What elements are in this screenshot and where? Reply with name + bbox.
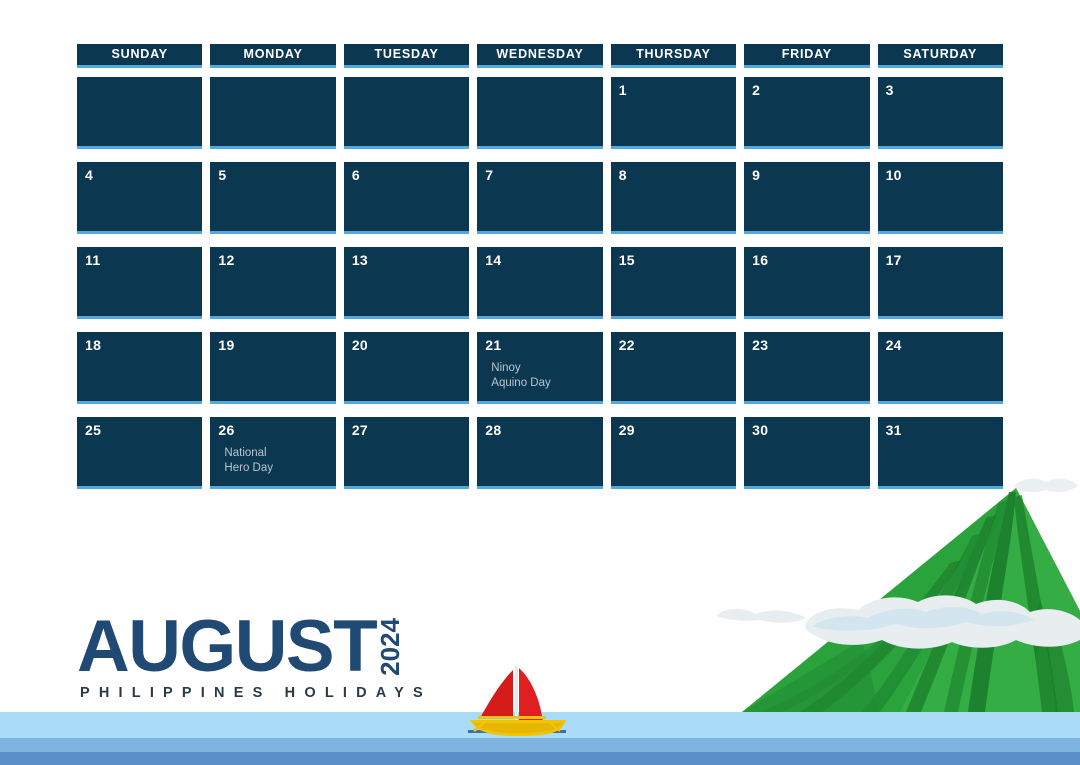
day-cell[interactable]: 25 [77, 417, 203, 489]
day-cell[interactable] [343, 77, 470, 149]
day-number: 5 [218, 167, 227, 183]
day-cell[interactable]: 30 [744, 417, 870, 489]
day-number: 26 [218, 422, 235, 438]
day-cell[interactable]: 24 [877, 332, 1003, 404]
sailboat-icon [468, 666, 566, 736]
day-cell[interactable]: 8 [610, 162, 737, 234]
holiday-label: Ninoy Aquino Day [491, 362, 551, 390]
day-number: 14 [485, 252, 502, 268]
weekday-header-thursday: THURSDAY [610, 44, 737, 68]
day-cell[interactable]: 27 [343, 417, 470, 489]
title-row: AUGUST 2024 [77, 606, 432, 687]
weekday-label: MONDAY [243, 47, 303, 62]
weekday-label: TUESDAY [374, 47, 439, 62]
day-cell[interactable]: 10 [877, 162, 1003, 234]
weekday-header-tuesday: TUESDAY [343, 44, 470, 68]
subtitle: PHILIPPINES HOLIDAYS [80, 684, 432, 701]
day-number: 11 [85, 252, 101, 268]
day-cell[interactable]: 12 [210, 247, 336, 319]
weekday-label: THURSDAY [636, 47, 711, 62]
day-cell[interactable]: 14 [477, 247, 603, 319]
day-number: 27 [351, 422, 369, 438]
weekday-header-row: SUNDAY MONDAY TUESDAY WEDNESDAY THURSDAY… [77, 44, 1003, 68]
day-cell[interactable]: 17 [877, 247, 1003, 319]
cloud-band-icon [716, 478, 1080, 649]
day-number: 15 [618, 252, 635, 268]
day-number: 16 [752, 252, 769, 268]
day-number: 12 [218, 252, 235, 268]
day-number: 18 [85, 337, 102, 353]
day-cell[interactable]: 28 [477, 417, 603, 489]
day-cell[interactable]: 20 [343, 332, 470, 404]
day-number: 20 [351, 337, 369, 353]
title-block: AUGUST 2024 PHILIPPINES HOLIDAYS [77, 606, 432, 701]
day-cell[interactable]: 18 [77, 332, 203, 404]
week-row: 4 5 6 7 8 9 10 [77, 162, 1003, 234]
volcano-icon [742, 488, 1080, 712]
week-row: 1 2 3 [77, 77, 1003, 149]
weekday-header-monday: MONDAY [210, 44, 336, 68]
day-number: 10 [885, 167, 902, 183]
day-number: 8 [618, 167, 627, 183]
day-number: 28 [485, 422, 502, 438]
day-number: 4 [85, 167, 94, 183]
day-cell[interactable]: 11 [77, 247, 203, 319]
weekday-header-friday: FRIDAY [744, 44, 870, 68]
weekday-label: FRIDAY [781, 47, 832, 62]
day-number: 30 [752, 422, 769, 438]
day-cell[interactable] [477, 77, 603, 149]
day-cell[interactable]: 6 [343, 162, 470, 234]
day-number: 3 [885, 82, 894, 98]
calendar-grid: SUNDAY MONDAY TUESDAY WEDNESDAY THURSDAY… [77, 44, 1003, 502]
day-number: 2 [752, 82, 761, 98]
day-cell[interactable]: 4 [77, 162, 203, 234]
day-number: 21 [485, 337, 502, 353]
day-cell[interactable]: 15 [610, 247, 737, 319]
day-cell[interactable]: 16 [744, 247, 870, 319]
water-icon [0, 712, 1080, 765]
day-number: 6 [351, 167, 360, 183]
week-row: 25 26 National Hero Day 27 28 29 30 31 [77, 417, 1003, 489]
day-cell[interactable] [210, 77, 336, 149]
day-number: 29 [618, 422, 635, 438]
day-number: 1 [618, 82, 627, 98]
day-cell[interactable]: 1 [610, 77, 737, 149]
day-number: 7 [485, 167, 494, 183]
day-cell[interactable]: 3 [877, 77, 1003, 149]
week-row: 11 12 13 14 15 16 17 [77, 247, 1003, 319]
weekday-label: SUNDAY [111, 47, 168, 62]
weekday-header-sunday: SUNDAY [77, 44, 203, 68]
day-number: 31 [885, 422, 902, 438]
day-cell[interactable]: 23 [744, 332, 870, 404]
day-cell[interactable]: 22 [610, 332, 737, 404]
day-cell-holiday[interactable]: 21 Ninoy Aquino Day [477, 332, 603, 404]
weekday-label: WEDNESDAY [496, 47, 584, 62]
day-number: 24 [885, 337, 902, 353]
weekday-header-wednesday: WEDNESDAY [477, 44, 603, 68]
day-cell[interactable]: 5 [210, 162, 336, 234]
holiday-label: National Hero Day [224, 447, 273, 475]
day-cell-holiday[interactable]: 26 National Hero Day [210, 417, 336, 489]
week-row: 18 19 20 21 Ninoy Aquino Day 22 23 24 [77, 332, 1003, 404]
day-number: 13 [351, 252, 369, 268]
year-label: 2024 [375, 618, 406, 676]
day-number: 9 [752, 167, 761, 183]
month-title: AUGUST [77, 606, 378, 687]
weekday-header-saturday: SATURDAY [877, 44, 1003, 68]
day-number: 22 [618, 337, 635, 353]
day-cell[interactable]: 9 [744, 162, 870, 234]
day-number: 23 [752, 337, 769, 353]
day-number: 19 [218, 337, 235, 353]
day-cell[interactable]: 2 [744, 77, 870, 149]
day-cell[interactable] [77, 77, 203, 149]
day-cell[interactable]: 29 [610, 417, 737, 489]
day-cell[interactable]: 19 [210, 332, 336, 404]
day-number: 17 [885, 252, 902, 268]
day-cell[interactable]: 31 [877, 417, 1003, 489]
day-cell[interactable]: 7 [477, 162, 603, 234]
weekday-label: SATURDAY [903, 47, 978, 62]
day-cell[interactable]: 13 [343, 247, 470, 319]
day-number: 25 [85, 422, 102, 438]
